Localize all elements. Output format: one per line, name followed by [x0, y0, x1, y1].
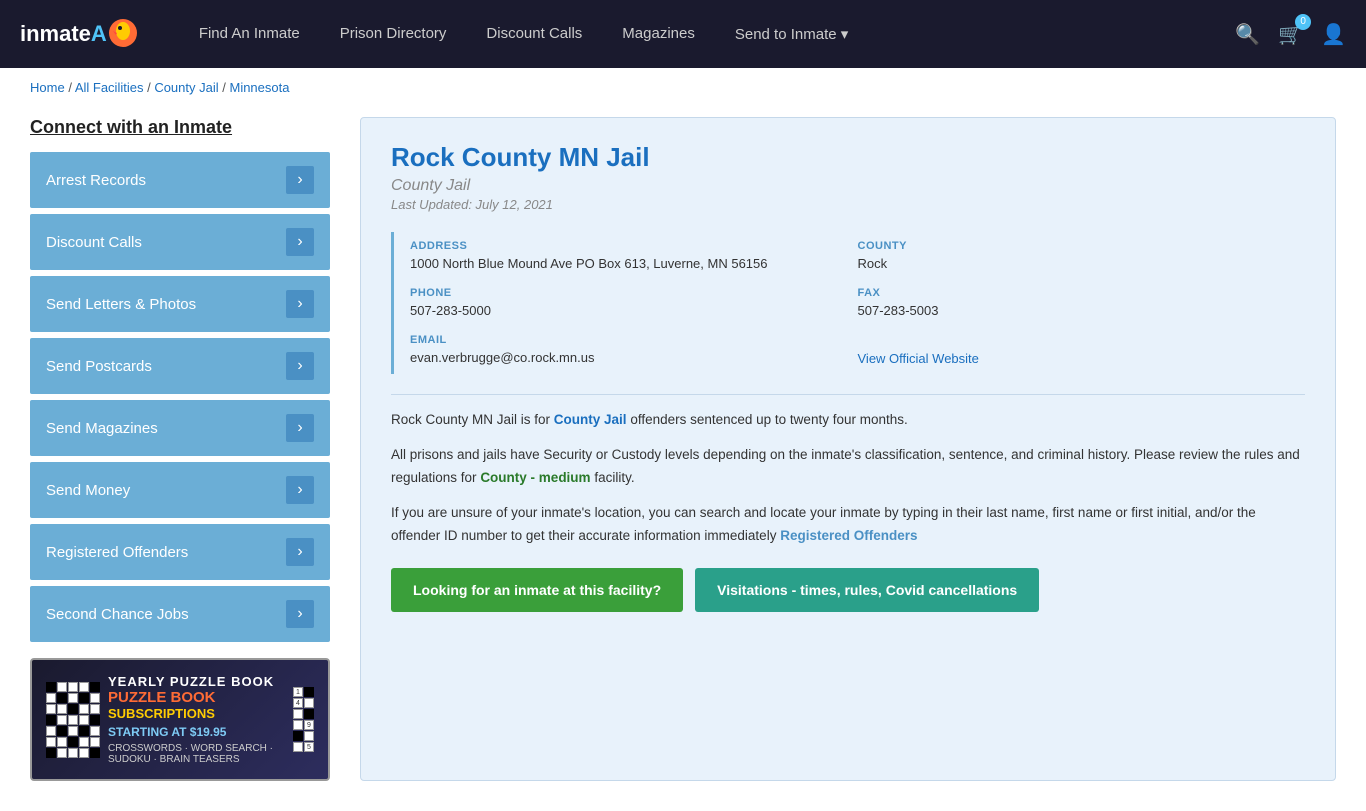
sidebar-item-second-chance-jobs[interactable]: Second Chance Jobs › — [30, 586, 330, 642]
arrow-icon: › — [286, 538, 314, 566]
facility-title: Rock County MN Jail — [391, 142, 1305, 173]
nav-find-inmate[interactable]: Find An Inmate — [179, 1, 320, 66]
ad-title-yearly: YEARLY PUZZLE BOOK — [108, 674, 285, 689]
cart-badge: 0 — [1295, 14, 1311, 30]
nav-prison-directory[interactable]: Prison Directory — [320, 1, 467, 66]
county-medium-link[interactable]: County - medium — [480, 470, 590, 485]
sidebar-heading: Connect with an Inmate — [30, 117, 330, 138]
fax-label: FAX — [858, 287, 1306, 299]
sidebar-item-label: Send Magazines — [46, 420, 158, 437]
facility-content: Rock County MN Jail County Jail Last Upd… — [360, 117, 1336, 781]
address-value: 1000 North Blue Mound Ave PO Box 613, Lu… — [410, 256, 858, 271]
logo-icon — [107, 17, 139, 49]
phone-value: 507-283-5000 — [410, 303, 858, 318]
arrow-icon: › — [286, 228, 314, 256]
arrow-icon: › — [286, 414, 314, 442]
email-section: EMAIL evan.verbrugge@co.rock.mn.us — [410, 326, 858, 374]
arrow-icon: › — [286, 290, 314, 318]
action-buttons: Looking for an inmate at this facility? … — [391, 568, 1305, 612]
description-1: Rock County MN Jail is for County Jail o… — [391, 409, 1305, 432]
address-label: ADDRESS — [410, 240, 858, 252]
county-jail-link[interactable]: County Jail — [554, 412, 627, 427]
address-section: ADDRESS 1000 North Blue Mound Ave PO Box… — [410, 232, 858, 279]
website-section: View Official Website — [858, 326, 1306, 374]
sidebar-item-send-magazines[interactable]: Send Magazines › — [30, 400, 330, 456]
fax-section: FAX 507-283-5003 — [858, 279, 1306, 326]
facility-info-grid: ADDRESS 1000 North Blue Mound Ave PO Box… — [391, 232, 1305, 374]
ad-title-subscriptions: SUBSCRIPTIONS — [108, 706, 285, 721]
website-link[interactable]: View Official Website — [858, 351, 979, 366]
registered-offenders-link[interactable]: Registered Offenders — [780, 528, 917, 543]
cart-icon[interactable]: 🛒0 — [1278, 22, 1303, 47]
sidebar-item-label: Second Chance Jobs — [46, 606, 189, 623]
sidebar-item-label: Send Letters & Photos — [46, 296, 196, 313]
ad-types: CROSSWORDS · WORD SEARCH · SUDOKU · BRAI… — [108, 743, 285, 765]
sidebar-item-send-postcards[interactable]: Send Postcards › — [30, 338, 330, 394]
sidebar-item-send-money[interactable]: Send Money › — [30, 462, 330, 518]
description-2: All prisons and jails have Security or C… — [391, 444, 1305, 490]
county-label: COUNTY — [858, 240, 1306, 252]
breadcrumb-all-facilities[interactable]: All Facilities — [75, 80, 144, 95]
phone-label: PHONE — [410, 287, 858, 299]
sidebar-item-label: Registered Offenders — [46, 544, 188, 561]
nav-discount-calls[interactable]: Discount Calls — [466, 1, 602, 66]
facility-subtitle: County Jail — [391, 177, 1305, 195]
arrow-icon: › — [286, 600, 314, 628]
description-3: If you are unsure of your inmate's locat… — [391, 502, 1305, 548]
sidebar-item-arrest-records[interactable]: Arrest Records › — [30, 152, 330, 208]
fax-value: 507-283-5003 — [858, 303, 1306, 318]
arrow-icon: › — [286, 352, 314, 380]
breadcrumb-state[interactable]: Minnesota — [229, 80, 289, 95]
county-value: Rock — [858, 256, 1306, 271]
find-inmate-button[interactable]: Looking for an inmate at this facility? — [391, 568, 683, 612]
divider — [391, 394, 1305, 395]
email-value: evan.verbrugge@co.rock.mn.us — [410, 350, 858, 365]
sidebar-item-discount-calls[interactable]: Discount Calls › — [30, 214, 330, 270]
nav-send-to-inmate[interactable]: Send to Inmate ▾ — [715, 1, 868, 67]
visitation-button[interactable]: Visitations - times, rules, Covid cancel… — [695, 568, 1039, 612]
ad-title-puzzle: PUZZLE BOOK — [108, 689, 285, 706]
facility-last-updated: Last Updated: July 12, 2021 — [391, 197, 1305, 212]
logo[interactable]: inmate A — [20, 17, 139, 52]
main-container: Connect with an Inmate Arrest Records › … — [0, 107, 1366, 811]
nav-right: 🔍 🛒0 👤 — [1235, 22, 1346, 47]
main-nav: inmate A Find An Inmate Prison Directory… — [0, 0, 1366, 68]
sidebar-ad[interactable]: YEARLY PUZZLE BOOK PUZZLE BOOK SUBSCRIPT… — [30, 658, 330, 781]
website-label — [858, 334, 1306, 346]
nav-links: Find An Inmate Prison Directory Discount… — [179, 1, 1235, 67]
sidebar-item-label: Send Money — [46, 482, 130, 499]
sidebar-menu: Arrest Records › Discount Calls › Send L… — [30, 152, 330, 642]
breadcrumb: Home / All Facilities / County Jail / Mi… — [0, 68, 1366, 107]
search-icon[interactable]: 🔍 — [1235, 22, 1260, 47]
sidebar-item-label: Arrest Records — [46, 172, 146, 189]
breadcrumb-home[interactable]: Home — [30, 80, 65, 95]
phone-section: PHONE 507-283-5000 — [410, 279, 858, 326]
user-icon[interactable]: 👤 — [1321, 22, 1346, 47]
sidebar: Connect with an Inmate Arrest Records › … — [30, 117, 330, 781]
sidebar-item-label: Discount Calls — [46, 234, 142, 251]
arrow-icon: › — [286, 166, 314, 194]
arrow-icon: › — [286, 476, 314, 504]
nav-magazines[interactable]: Magazines — [602, 1, 715, 66]
breadcrumb-county-jail[interactable]: County Jail — [154, 80, 218, 95]
county-section: COUNTY Rock — [858, 232, 1306, 279]
ad-starting-price: STARTING AT $19.95 — [108, 725, 285, 739]
email-label: EMAIL — [410, 334, 858, 346]
sidebar-item-send-letters[interactable]: Send Letters & Photos › — [30, 276, 330, 332]
sidebar-item-label: Send Postcards — [46, 358, 152, 375]
sidebar-item-registered-offenders[interactable]: Registered Offenders › — [30, 524, 330, 580]
